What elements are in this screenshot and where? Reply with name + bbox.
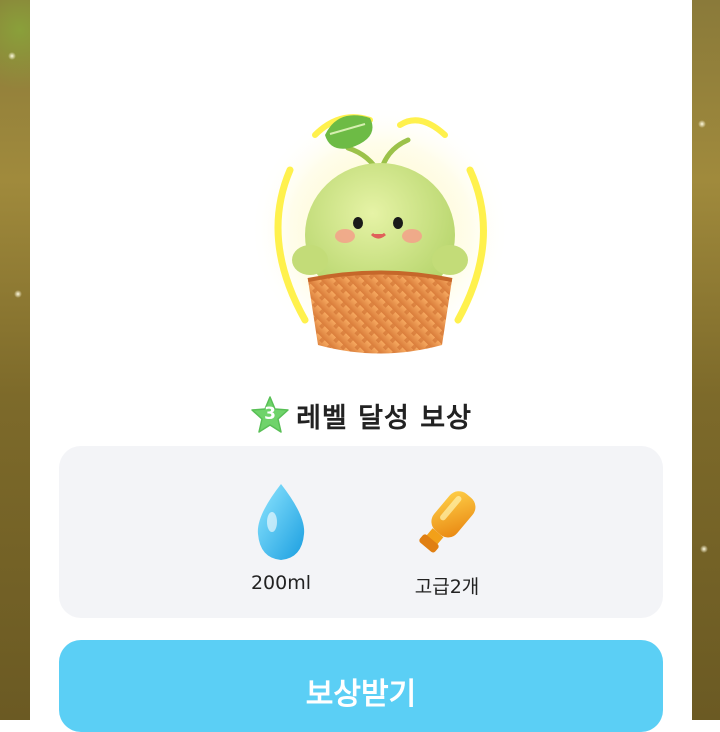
reward-item-fertilizer: 고급2개 [377,482,517,602]
popup-title: 레벨 달성 보상 [296,402,472,434]
claim-reward-button[interactable]: 보상받기 [59,640,663,732]
plant-character-illustration [250,105,510,355]
reward-list: 200ml 고급2개 [59,446,663,618]
reward-label: 고급2개 [414,576,480,598]
reward-title-row: 3 레벨 달성 보상 [30,390,692,440]
sparkle-icon [14,290,22,298]
level-number: 3 [264,404,276,424]
fertilizer-bottle-icon [419,491,476,553]
sparkle-icon [700,545,708,553]
reward-label: 200ml [250,572,312,594]
level-reward-popup: 3 레벨 달성 보상 200ml 고급2개 보상받기 [30,0,692,732]
level-star-badge: 3 [250,395,290,435]
sparkle-icon [698,120,706,128]
sparkle-icon [8,52,16,60]
reward-item-water: 200ml [211,482,351,602]
water-drop-icon [257,484,305,560]
